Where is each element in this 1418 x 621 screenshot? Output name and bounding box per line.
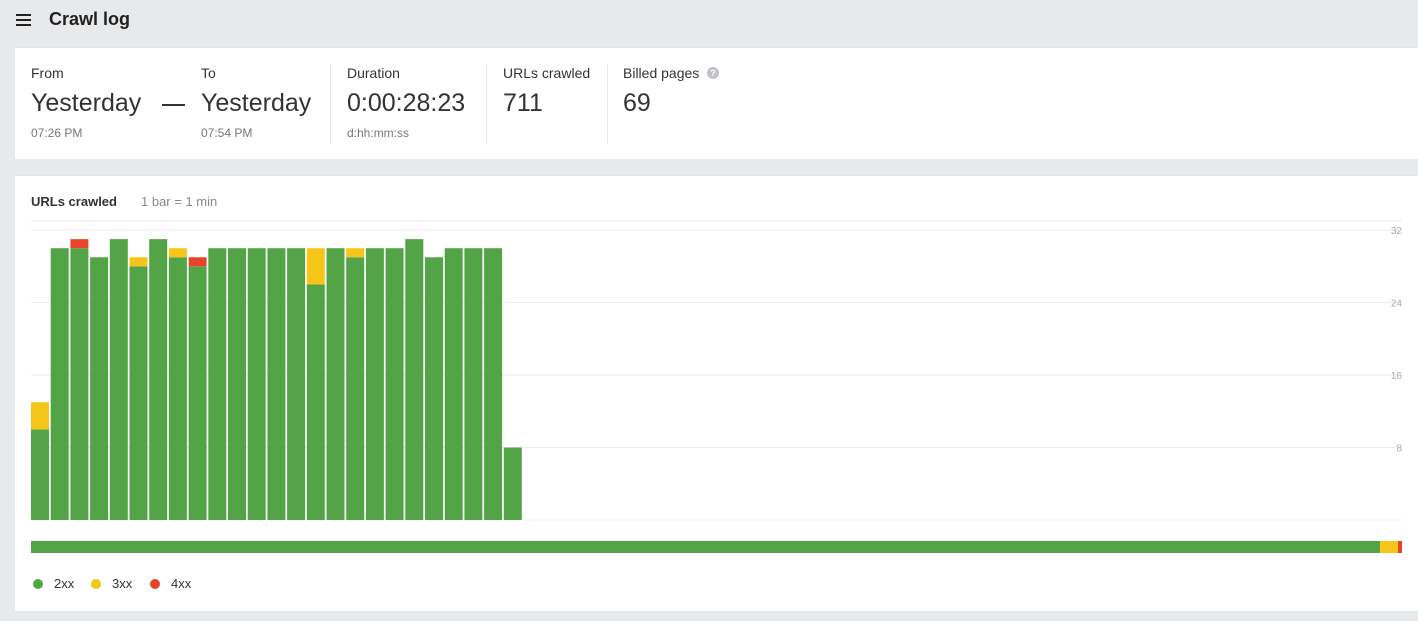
chart-subtitle: 1 bar = 1 min — [141, 194, 218, 209]
legend-label: 3xx — [112, 576, 133, 591]
totals-segment-2xx — [31, 541, 1381, 553]
page-title: Crawl log — [49, 9, 131, 29]
y-tick-label: 32 — [1391, 226, 1403, 237]
help-icon[interactable]: ? — [707, 67, 719, 79]
legend-dot-4xx — [150, 578, 160, 589]
totals-segment-3xx — [1380, 541, 1398, 553]
bar-segment-2xx — [503, 447, 522, 520]
top-bar: Crawl log — [0, 0, 1418, 42]
to-time: 07:54 PM — [201, 126, 253, 140]
legend-label: 4xx — [171, 576, 192, 591]
bar-segment-3xx — [168, 248, 187, 258]
legend-dot-3xx — [91, 578, 101, 589]
legend-item-3xx: 3xx — [91, 576, 132, 591]
bar-segment-2xx — [365, 248, 384, 520]
y-tick-label: 8 — [1396, 444, 1402, 455]
to-value: Yesterday — [201, 89, 312, 117]
bar-segment-2xx — [31, 429, 49, 520]
from-label: From — [31, 65, 64, 81]
chart-title: URLs crawled — [31, 194, 117, 209]
bar-segment-2xx — [228, 248, 246, 520]
billed-pages-label: Billed pages — [623, 65, 700, 81]
totals-segment-4xx — [1397, 541, 1402, 553]
range-dash — [162, 104, 185, 106]
bar-segment-2xx — [306, 284, 325, 520]
bar-segment-2xx — [188, 266, 207, 520]
billed-pages-value: 69 — [623, 89, 651, 117]
bar-segment-2xx — [326, 248, 345, 520]
bar-segment-2xx — [267, 248, 286, 520]
bar-segment-3xx — [129, 257, 148, 267]
to-label: To — [201, 65, 216, 81]
urls-crawled-bar-chart: 8 16 24 32 — [31, 220, 1403, 553]
bar-segment-2xx — [90, 257, 109, 520]
bar-segment-2xx — [129, 266, 148, 520]
bar-segment-2xx — [50, 248, 69, 520]
legend-dot-2xx — [33, 578, 43, 589]
crawl-summary-card: From Yesterday 07:26 PM To Yesterday 07:… — [15, 47, 1418, 159]
bar-segment-3xx — [306, 248, 325, 285]
bar-segment-4xx — [188, 257, 207, 267]
bar-segment-2xx — [484, 248, 503, 520]
urls-crawled-label: URLs crawled — [503, 65, 591, 81]
bar-segment-2xx — [346, 257, 365, 520]
bar-segment-2xx — [464, 248, 483, 520]
bar-segment-2xx — [70, 248, 89, 520]
legend-item-4xx: 4xx — [150, 576, 191, 591]
bar-segment-2xx — [405, 239, 424, 520]
bar-segment-2xx — [425, 257, 443, 520]
bar-segment-3xx — [31, 402, 49, 430]
bar-segment-2xx — [168, 257, 187, 520]
divider — [486, 64, 487, 144]
duration-value: 0:00:28:23 — [347, 89, 466, 117]
bar-segment-2xx — [149, 239, 168, 520]
hamburger-menu-icon[interactable] — [16, 14, 31, 26]
y-tick-label: 24 — [1391, 299, 1403, 310]
divider — [607, 64, 608, 144]
bar-segment-2xx — [287, 248, 306, 520]
from-value: Yesterday — [31, 89, 142, 117]
legend-label: 2xx — [54, 576, 75, 591]
duration-format: d:hh:mm:ss — [347, 126, 410, 140]
duration-label: Duration — [347, 65, 400, 81]
bar-segment-2xx — [109, 239, 128, 520]
bar-segment-3xx — [346, 248, 365, 258]
divider — [330, 64, 331, 144]
bar-segment-2xx — [247, 248, 266, 520]
from-time: 07:26 PM — [31, 126, 83, 140]
urls-crawled-chart-card: URLs crawled 1 bar = 1 min 8 16 24 32 2xx 3… — [15, 175, 1418, 611]
urls-crawled-value: 711 — [503, 89, 543, 117]
bar-segment-2xx — [208, 248, 227, 520]
y-tick-label: 16 — [1391, 371, 1403, 382]
legend-item-2xx: 2xx — [33, 576, 74, 591]
bar-segment-4xx — [70, 239, 89, 249]
bar-segment-2xx — [444, 248, 463, 520]
bar-segment-2xx — [385, 248, 404, 520]
